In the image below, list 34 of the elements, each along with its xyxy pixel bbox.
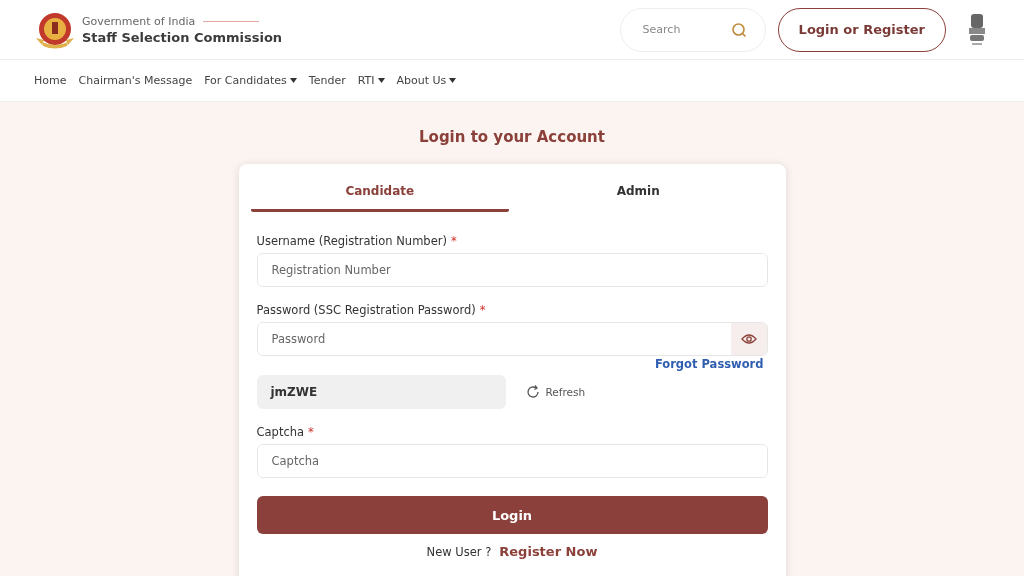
nav-link[interactable]: RTI — [357, 74, 385, 87]
field-label: Username (Registration Number) — [256, 234, 447, 248]
login-register-button[interactable]: Login or Register — [777, 7, 946, 52]
caret-icon — [377, 78, 385, 83]
new-user-prompt: New User ? — [426, 544, 492, 559]
captcha-field[interactable]: Captcha — [256, 444, 768, 478]
caret-icon — [449, 78, 457, 83]
refresh-icon — [525, 385, 540, 399]
show-password-button[interactable] — [730, 323, 767, 355]
login-button[interactable]: Login — [256, 496, 768, 534]
username-field[interactable]: Registration Number — [256, 253, 768, 287]
org-name: Staff Selection Commission — [82, 29, 283, 45]
required-mark: * — [450, 234, 457, 248]
eye-icon — [740, 333, 757, 345]
required-mark: * — [479, 303, 486, 317]
caret-icon — [289, 78, 297, 83]
nav-link[interactable]: For Candidates — [204, 74, 297, 87]
tab[interactable]: Admin — [509, 172, 768, 212]
captcha-code: jmZWE — [256, 375, 506, 409]
forgot-password-link[interactable]: Forgot Password — [654, 357, 764, 371]
nav-link[interactable]: Tender — [308, 74, 346, 87]
refresh-button[interactable]: Refresh — [519, 384, 592, 400]
tab[interactable]: Candidate — [250, 172, 509, 212]
page-title: Login to your Account — [419, 128, 605, 146]
field-label: Password (SSC Registration Password) — [256, 303, 476, 317]
required-mark: * — [308, 425, 314, 439]
register-link[interactable]: Register Now — [499, 544, 598, 559]
nav-link[interactable]: About Us — [396, 74, 457, 87]
org-subtitle: Government of India — [82, 14, 196, 28]
search-icon — [730, 21, 747, 38]
field-label: Captcha — [256, 425, 305, 439]
national-emblem-icon — [966, 11, 988, 48]
nav-link[interactable]: Home — [34, 74, 67, 87]
nav-link[interactable]: Chairman's Message — [78, 74, 193, 87]
